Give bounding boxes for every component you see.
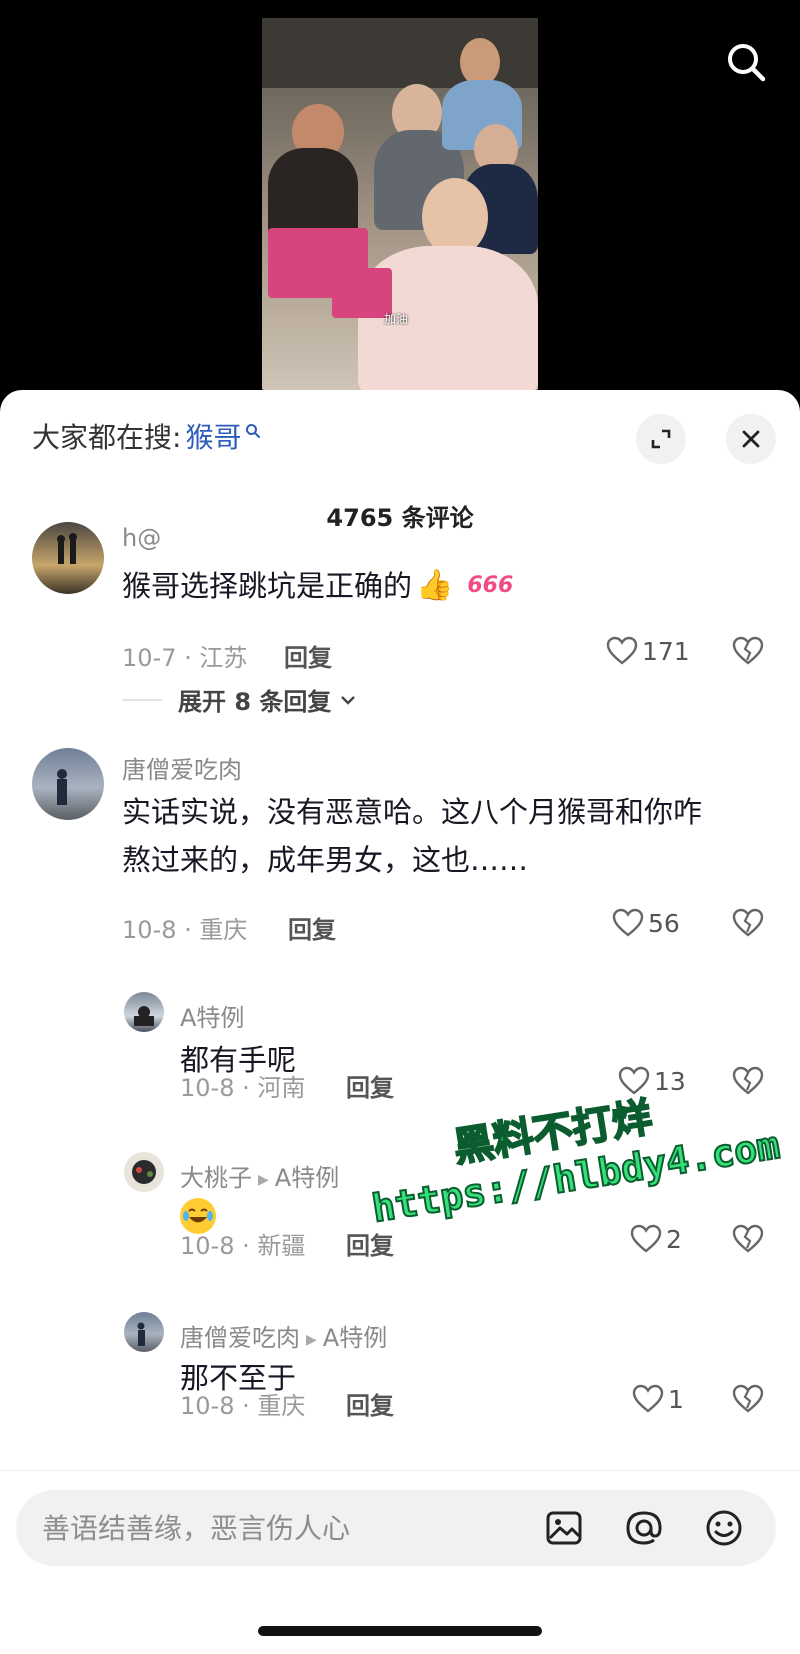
avatar[interactable] [124, 1312, 164, 1352]
emoji-button[interactable] [702, 1506, 746, 1550]
comment-date-location: 10-7 · 江苏 [122, 644, 248, 672]
like-button[interactable]: 171 [606, 636, 690, 666]
expand-button[interactable] [636, 414, 686, 464]
expand-icon [651, 429, 671, 449]
comment-text-line: 猴哥选择跳坑是正确的 [122, 569, 413, 603]
search-button[interactable] [724, 40, 768, 84]
video-area[interactable]: 加油 [0, 0, 800, 400]
like-count: 1 [668, 1384, 684, 1414]
broken-heart-icon [732, 908, 764, 937]
reply-button[interactable]: 回复 [346, 1386, 394, 1421]
emoji-icon [706, 1510, 742, 1546]
heart-icon [612, 908, 644, 937]
broken-heart-icon [732, 1224, 764, 1253]
avatar[interactable] [124, 992, 164, 1032]
image-button[interactable] [542, 1506, 586, 1550]
expand-replies-button[interactable]: 展开 8 条回复 [122, 682, 359, 717]
video-person-5 [422, 178, 488, 256]
like-count: 171 [642, 636, 690, 666]
reply-to-arrow: ▶ [258, 1172, 269, 1188]
avatar[interactable] [124, 1152, 164, 1192]
reply-to-arrow: ▶ [306, 1332, 317, 1348]
like-button[interactable]: 56 [612, 908, 680, 938]
reply-author[interactable]: 唐僧爱吃肉 [180, 1324, 300, 1352]
comment-date-location: 10-8 · 重庆 [122, 916, 248, 944]
avatar[interactable] [32, 522, 104, 594]
comment-username[interactable]: h@ [122, 524, 161, 552]
heart-icon [606, 636, 638, 665]
avatar-image [132, 1160, 156, 1184]
like-count: 56 [648, 908, 680, 938]
avatar-image [137, 1322, 145, 1346]
comments-sheet: 大家都在搜: 猴哥 4765 条评论 h@ 猴哥选择跳坑是正确的 👍 666 1… [0, 390, 800, 1654]
heart-icon [632, 1384, 664, 1413]
hot-search-keyword[interactable]: 猴哥 [185, 416, 241, 456]
video-pink-box-2 [332, 268, 392, 318]
comment-username[interactable]: 唐僧爱吃肉 [122, 750, 242, 785]
search-icon [728, 44, 766, 82]
hot-search-bar[interactable]: 大家都在搜: 猴哥 [32, 416, 261, 456]
video-thumbnail[interactable]: 加油 [262, 18, 538, 390]
reply-button[interactable]: 回复 [346, 1226, 394, 1261]
small-search-icon [246, 424, 261, 438]
broken-heart-icon [732, 636, 764, 665]
reply-button[interactable]: 回复 [284, 638, 332, 673]
reply-button[interactable]: 回复 [288, 910, 336, 945]
comment-text-line: 实话实说，没有恶意哈。这八个月猴哥和你咋 [122, 795, 703, 829]
input-divider [0, 1470, 800, 1471]
comment-text-line: 熬过来的，成年男女，这也…… [122, 843, 529, 877]
dislike-button[interactable] [732, 1384, 764, 1418]
avatar[interactable] [32, 748, 104, 820]
reply-username[interactable]: 大桃子 ▶ A特例 [180, 1158, 339, 1193]
expand-replies-label: 展开 8 条回复 [178, 688, 332, 716]
emoji-666-tag: 666 [467, 573, 514, 598]
close-icon [742, 430, 760, 448]
image-icon [546, 1511, 582, 1545]
dislike-button[interactable] [732, 636, 764, 670]
dislike-button[interactable] [732, 1224, 764, 1258]
reply-date-location: 10-8 · 新疆 [180, 1232, 306, 1260]
reply-to-user[interactable]: A特例 [275, 1164, 339, 1192]
comment-text: 猴哥选择跳坑是正确的 👍 666 [122, 560, 513, 612]
reply-username[interactable]: 唐僧爱吃肉 ▶ A特例 [180, 1318, 387, 1353]
comment-input-bar [16, 1490, 776, 1566]
mention-button[interactable] [622, 1506, 666, 1550]
avatar-image [134, 1006, 154, 1026]
reply-date-location: 10-8 · 河南 [180, 1074, 306, 1102]
video-person-3 [460, 38, 500, 86]
reply-date-location: 10-8 · 重庆 [180, 1392, 306, 1420]
chevron-down-icon [341, 695, 356, 705]
reply-author[interactable]: 大桃子 [180, 1164, 252, 1192]
broken-heart-icon [732, 1384, 764, 1413]
heart-icon [630, 1224, 662, 1253]
home-indicator[interactable] [258, 1626, 542, 1636]
close-button[interactable] [726, 414, 776, 464]
like-count: 2 [666, 1224, 682, 1254]
expand-divider [122, 698, 162, 701]
comment-count-title: 4765 条评论 [326, 504, 474, 532]
reply-button[interactable]: 回复 [346, 1068, 394, 1103]
avatar-image [57, 769, 67, 805]
comment-input[interactable] [42, 1508, 502, 1548]
video-person-1-body [268, 148, 358, 238]
reply-username[interactable]: A特例 [180, 998, 244, 1033]
dislike-button[interactable] [732, 908, 764, 942]
at-icon [626, 1511, 662, 1545]
like-button[interactable]: 2 [630, 1224, 682, 1254]
avatar-image [57, 533, 77, 564]
reply-to-user[interactable]: A特例 [323, 1324, 387, 1352]
like-button[interactable]: 1 [632, 1384, 684, 1414]
hot-search-prefix: 大家都在搜: [32, 421, 182, 454]
video-caption: 加油 [384, 312, 409, 326]
thumbs-up-emoji: 👍 [416, 568, 454, 603]
